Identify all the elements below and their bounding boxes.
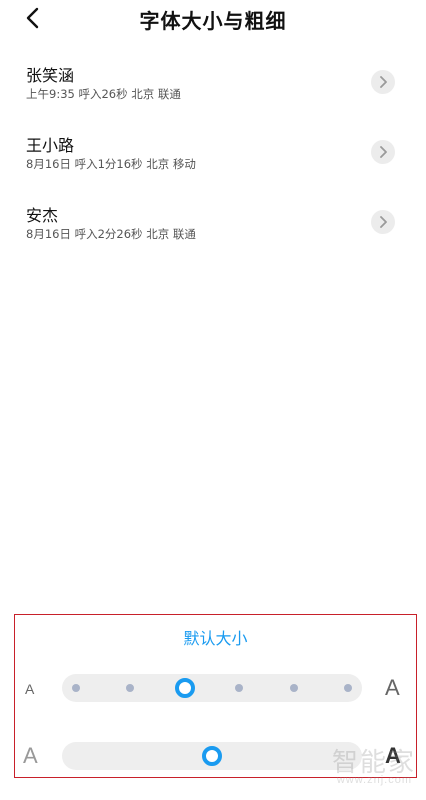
size-step[interactable] xyxy=(72,684,80,692)
size-step[interactable] xyxy=(289,684,298,692)
caller-name: 张笑涵 xyxy=(26,66,75,85)
size-step[interactable] xyxy=(344,684,352,692)
font-weight-slider-thumb[interactable] xyxy=(202,746,222,766)
call-detail: 上午9:35 呼入26秒 北京 联通 xyxy=(26,87,181,101)
chevron-right-icon xyxy=(380,76,387,88)
font-size-label: 默认大小 xyxy=(183,629,248,648)
call-detail-button[interactable] xyxy=(371,210,395,234)
call-detail-button[interactable] xyxy=(371,140,395,164)
size-max-label: A xyxy=(385,675,400,700)
call-list-item[interactable]: 张笑涵 上午9:35 呼入26秒 北京 联通 xyxy=(0,52,426,122)
chevron-right-icon xyxy=(380,216,387,228)
caller-name: 王小路 xyxy=(26,136,75,155)
call-list-item[interactable]: 王小路 8月16日 呼入1分16秒 北京 移动 xyxy=(0,122,426,192)
font-settings-panel: 默认大小 A A A A xyxy=(14,614,417,778)
size-min-label: A xyxy=(25,681,35,697)
size-step[interactable] xyxy=(235,684,244,692)
caller-name: 安杰 xyxy=(26,206,59,225)
call-detail-button[interactable] xyxy=(371,70,395,94)
header-bar: 字体大小与粗细 xyxy=(0,0,426,40)
size-step[interactable] xyxy=(126,684,135,692)
weight-max-label: A xyxy=(385,743,401,768)
weight-min-label: A xyxy=(23,743,38,768)
font-weight-slider[interactable] xyxy=(62,742,362,770)
page-title: 字体大小与粗细 xyxy=(139,9,287,33)
font-size-slider-thumb[interactable] xyxy=(174,678,195,698)
font-size-settings-page: 字体大小与粗细 张笑涵 上午9:35 呼入26秒 北京 联通 王小路 8月16日… xyxy=(0,0,426,800)
call-detail: 8月16日 呼入2分26秒 北京 联通 xyxy=(26,227,196,241)
call-detail: 8月16日 呼入1分16秒 北京 移动 xyxy=(26,157,196,171)
call-preview-list: 张笑涵 上午9:35 呼入26秒 北京 联通 王小路 8月16日 呼入1分16秒… xyxy=(0,52,426,262)
font-size-slider[interactable] xyxy=(62,674,362,702)
call-list-item[interactable]: 安杰 8月16日 呼入2分26秒 北京 联通 xyxy=(0,192,426,262)
chevron-right-icon xyxy=(380,146,387,158)
